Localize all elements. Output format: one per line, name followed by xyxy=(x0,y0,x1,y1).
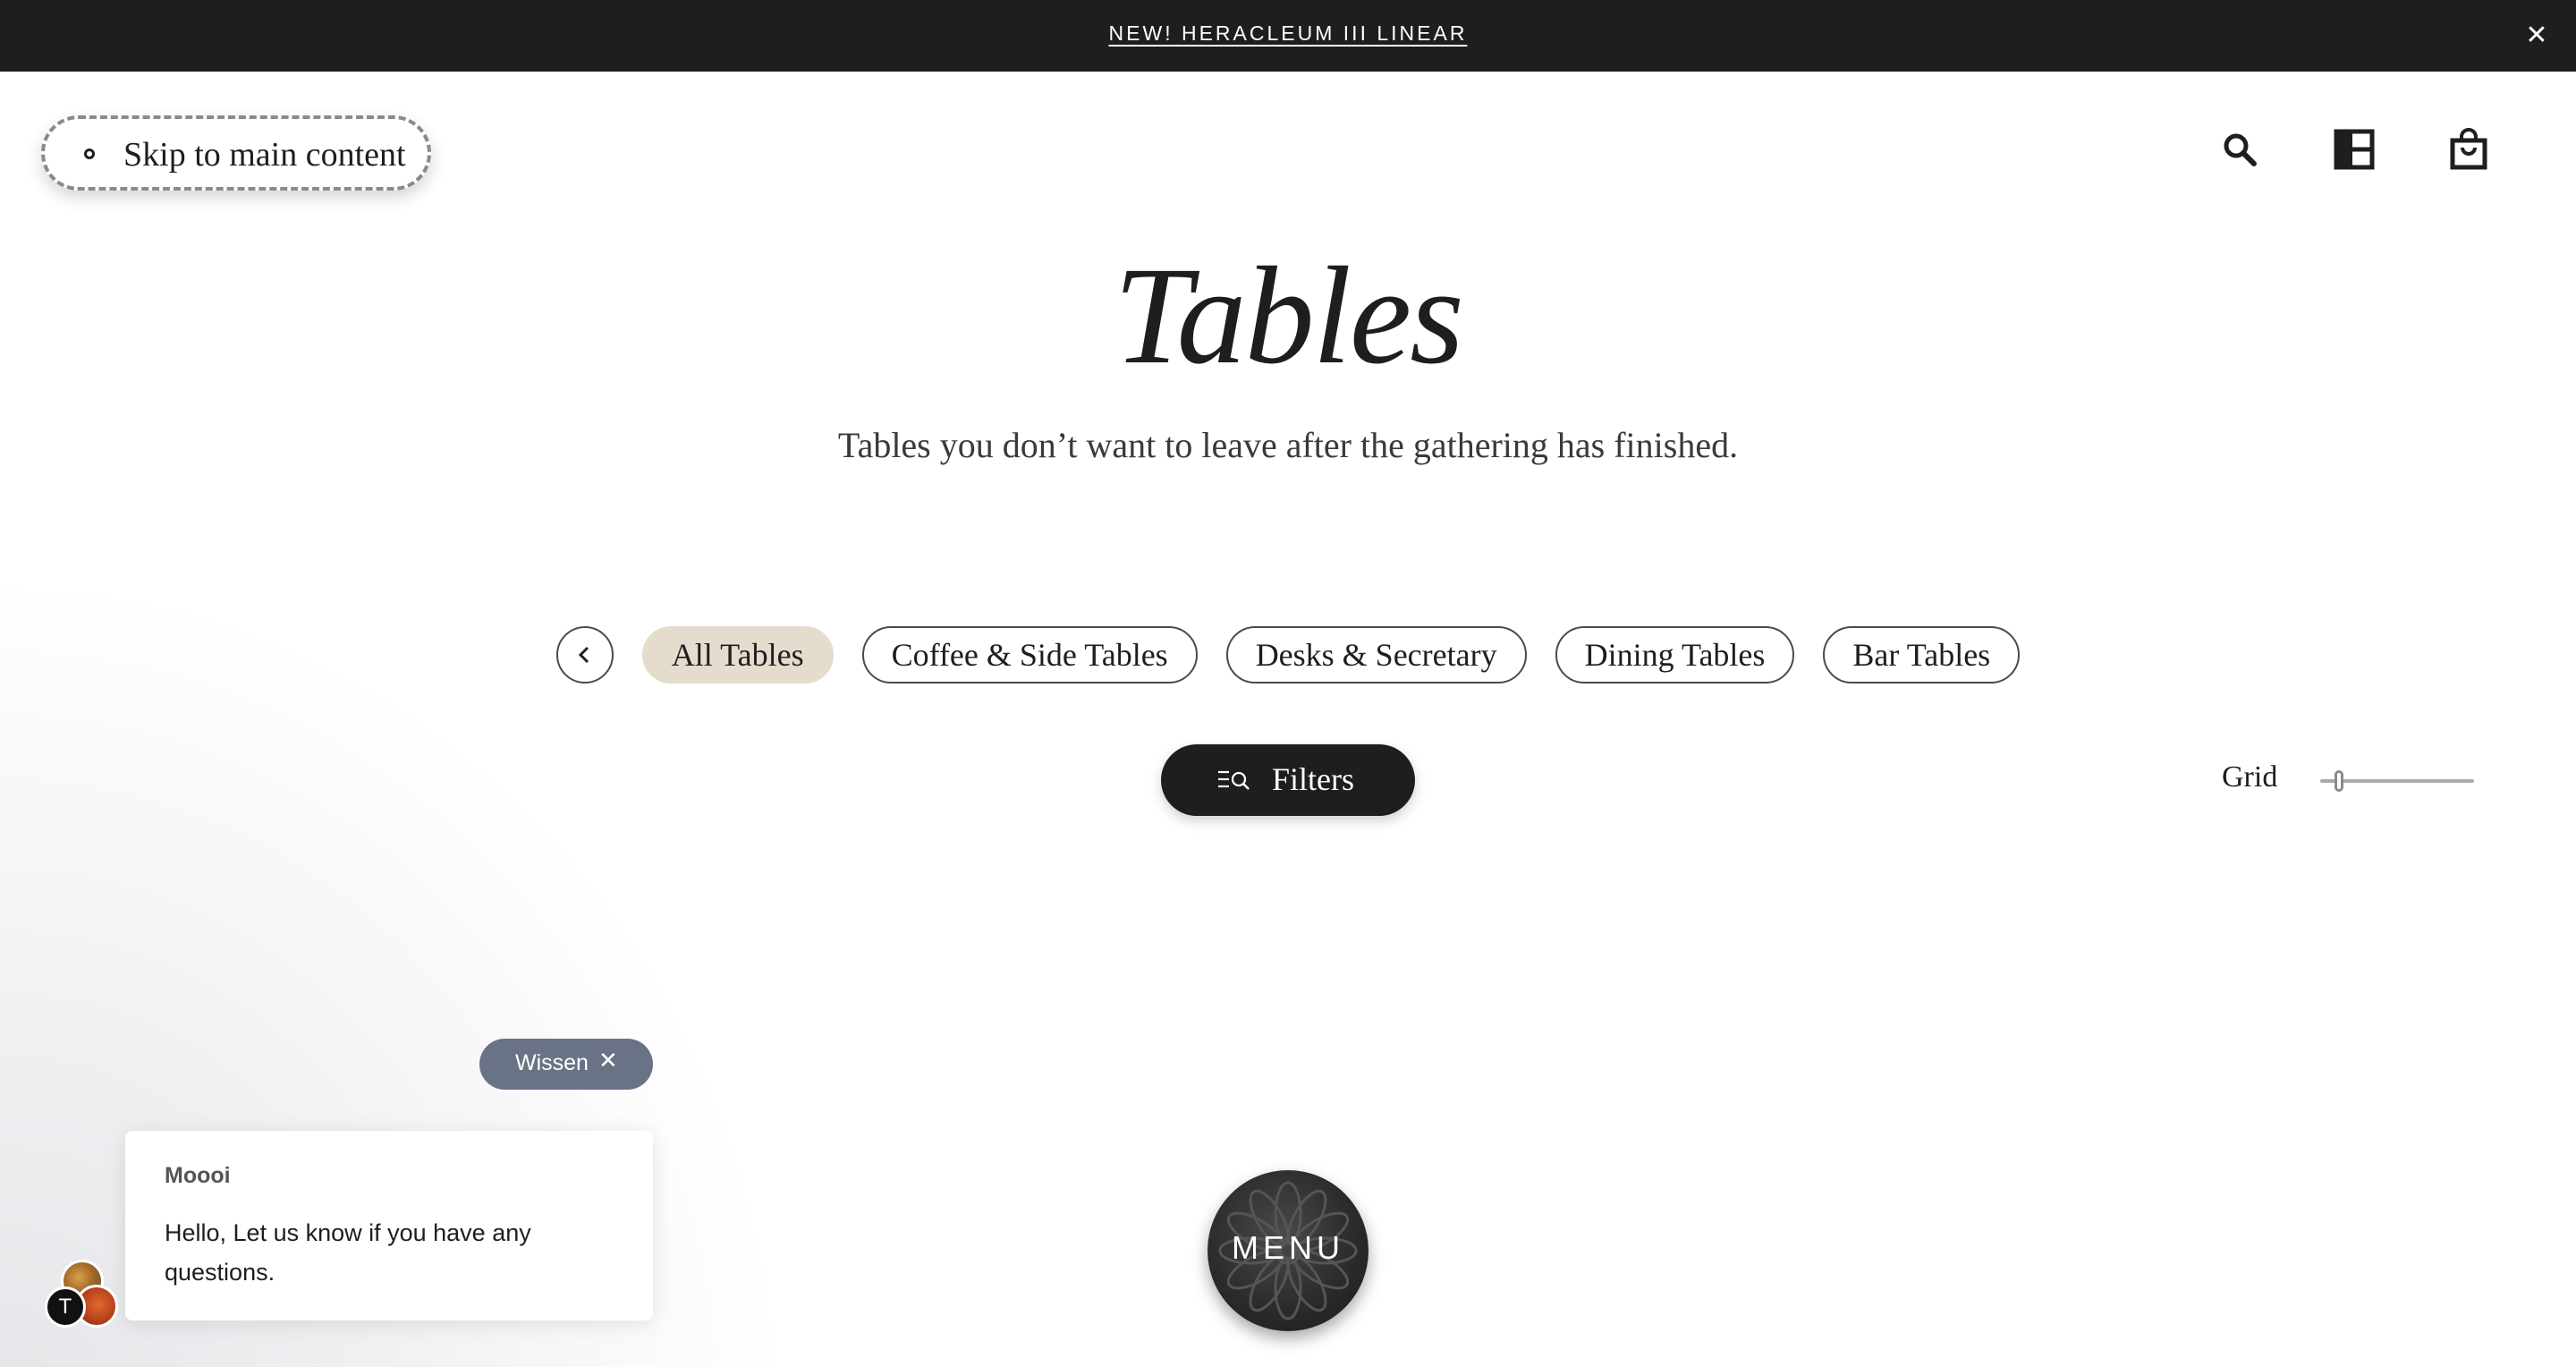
grid-slider-thumb[interactable] xyxy=(2334,770,2343,792)
layout-icon[interactable] xyxy=(2333,128,2376,171)
shopping-bag-icon[interactable] xyxy=(2447,128,2490,171)
chat-message-card[interactable]: Moooi Hello, Let us know if you have any… xyxy=(125,1131,653,1320)
chip-bar-tables[interactable]: Bar Tables xyxy=(1823,626,2021,684)
grid-slider[interactable] xyxy=(2320,770,2474,792)
close-icon[interactable]: ✕ xyxy=(2521,20,2553,52)
bullet-icon xyxy=(84,149,95,159)
close-icon: ✕ xyxy=(598,1048,618,1074)
skip-link-label: Skip to main content xyxy=(123,136,406,174)
announcement-bar: NEW! HERACLEUM III LINEAR ✕ xyxy=(0,0,2576,72)
filters-label: Filters xyxy=(1272,761,1355,797)
menu-label: MENU xyxy=(1232,1229,1344,1266)
grid-label: Grid xyxy=(2222,760,2278,794)
chip-desks-secretary[interactable]: Desks & Secretary xyxy=(1225,626,1527,684)
menu-button[interactable]: MENU xyxy=(1208,1170,1368,1331)
dismiss-chat-button[interactable]: Wissen ✕ xyxy=(479,1039,653,1090)
chip-all-tables[interactable]: All Tables xyxy=(641,626,834,684)
chip-coffee-side-tables[interactable]: Coffee & Side Tables xyxy=(861,626,1198,684)
chat-launcher-avatar[interactable]: T xyxy=(45,1286,86,1328)
announcement-link[interactable]: NEW! HERACLEUM III LINEAR xyxy=(0,21,2576,46)
filter-icon xyxy=(1218,770,1250,790)
filters-button[interactable]: Filters xyxy=(1161,744,1415,816)
chat-message: Hello, Let us know if you have any quest… xyxy=(165,1219,531,1286)
page-title: Tables xyxy=(1114,238,1464,393)
chevron-left-icon[interactable] xyxy=(555,626,614,684)
chat-sender: Moooi xyxy=(165,1163,231,1188)
chip-dining-tables[interactable]: Dining Tables xyxy=(1555,626,1795,684)
category-chips: All Tables Coffee & Side Tables Desks & … xyxy=(0,626,2576,684)
search-icon[interactable] xyxy=(2218,128,2261,171)
skip-to-content-link[interactable]: Skip to main content xyxy=(41,115,431,191)
page-subtitle: Tables you don’t want to leave after the… xyxy=(837,425,1739,465)
dismiss-label: Wissen xyxy=(515,1050,589,1075)
